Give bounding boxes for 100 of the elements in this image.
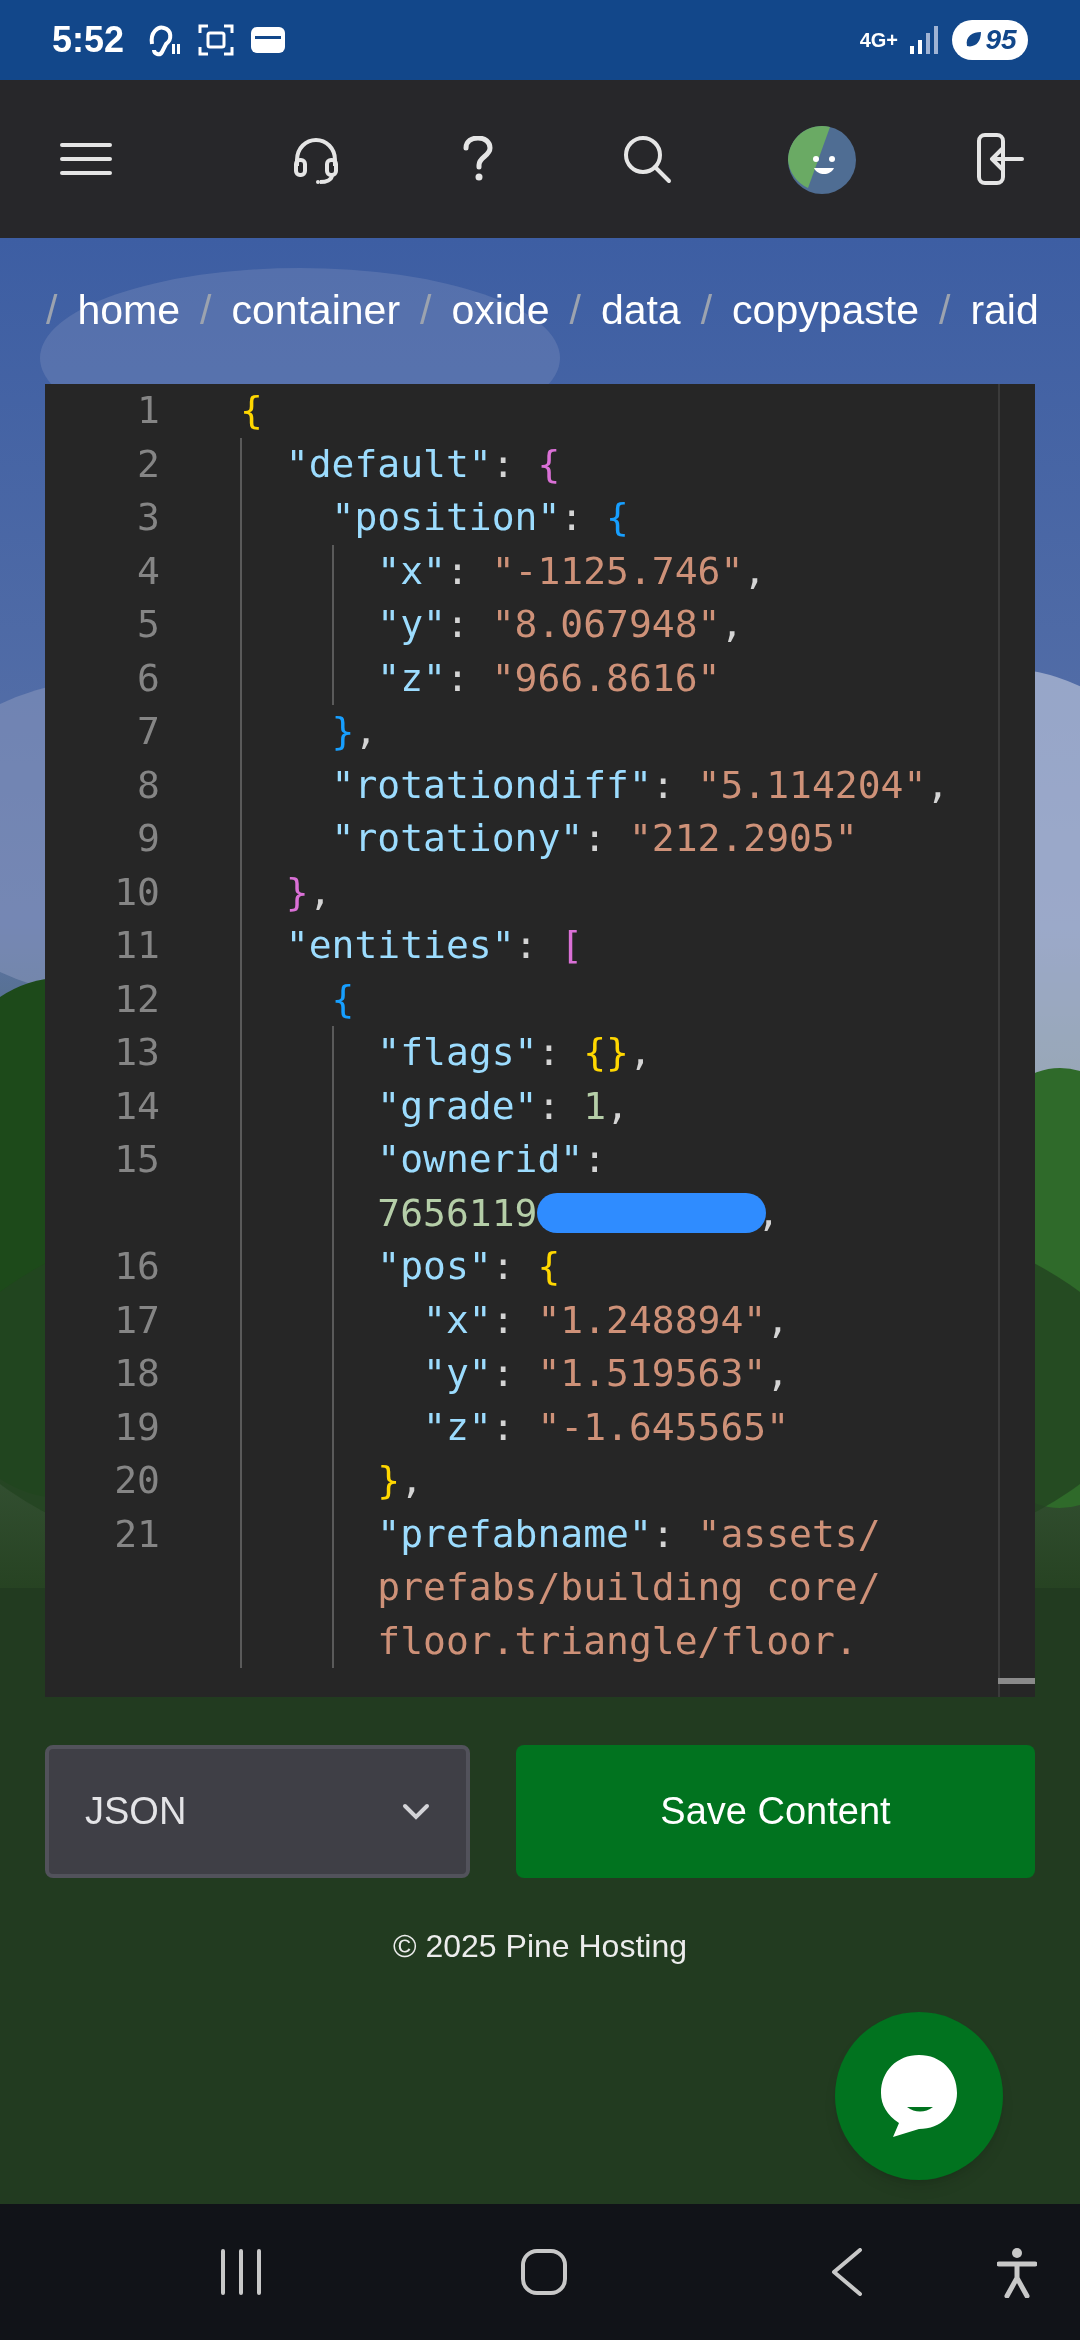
- json-string: "assets/: [697, 1510, 881, 1558]
- menu-icon[interactable]: [60, 142, 112, 176]
- breadcrumb-separator: /: [569, 286, 581, 336]
- code-editor[interactable]: [45, 384, 1035, 1697]
- json-punctuation: :: [445, 601, 470, 649]
- json-bracket: [: [560, 922, 584, 970]
- battery-level: 95: [985, 26, 1017, 54]
- json-punctuation: :: [491, 1296, 516, 1344]
- help-icon[interactable]: [462, 136, 494, 182]
- json-punctuation: ,: [354, 708, 378, 756]
- line-number: 8: [136, 761, 160, 809]
- json-punctuation: :: [491, 1350, 516, 1398]
- json-key: "entities": [285, 917, 515, 975]
- breadcrumb-link[interactable]: raid: [970, 280, 1039, 342]
- breadcrumb-link[interactable]: home: [77, 280, 180, 342]
- wallet-icon: [250, 25, 287, 55]
- copyright-text: © 2025 Pine Hosting: [393, 1927, 687, 1966]
- line-number: 6: [136, 654, 160, 702]
- status-time: 5:52: [52, 18, 125, 62]
- line-number: 12: [113, 975, 160, 1023]
- avatar-icon[interactable]: [788, 126, 856, 194]
- json-bracket: {}: [583, 1029, 629, 1077]
- json-punctuation: :: [651, 1510, 676, 1558]
- line-number: 5: [136, 601, 160, 649]
- json-number: 1: [583, 1082, 607, 1130]
- line-number: 9: [136, 815, 160, 863]
- line-number: 1: [136, 387, 160, 435]
- json-string: "1.519563": [537, 1350, 767, 1398]
- json-string: "212.2905": [628, 815, 858, 863]
- json-punctuation: :: [583, 1136, 607, 1184]
- json-string: prefabs/building core/: [377, 1564, 881, 1612]
- json-punctuation: :: [537, 1082, 562, 1130]
- json-punctuation: ,: [720, 601, 744, 649]
- home-icon[interactable]: [521, 2249, 567, 2295]
- line-number: 21: [113, 1510, 160, 1558]
- line-number: 2: [136, 440, 160, 488]
- json-punctuation: ,: [757, 1189, 780, 1237]
- save-content-button[interactable]: Save Content: [516, 1745, 1035, 1878]
- language-value: JSON: [85, 1789, 187, 1834]
- json-punctuation: :: [537, 1029, 562, 1077]
- line-number: 16: [113, 1243, 160, 1291]
- breadcrumb-separator: /: [939, 286, 951, 336]
- json-punctuation: ,: [308, 868, 332, 916]
- json-string: floor.triangle/floor.: [377, 1617, 858, 1665]
- json-punctuation: ,: [628, 1029, 652, 1077]
- json-punctuation: :: [491, 1403, 516, 1451]
- breadcrumb-separator: /: [420, 286, 432, 336]
- line-number: 17: [113, 1296, 160, 1344]
- json-string: "8.067948": [491, 601, 721, 649]
- recent-apps-icon[interactable]: [220, 2249, 262, 2295]
- json-bracket: {: [537, 440, 561, 488]
- json-bracket: }: [285, 868, 309, 916]
- breadcrumb-link[interactable]: copypaste: [732, 280, 919, 342]
- json-string: "-1125.746": [491, 547, 744, 595]
- line-number: 10: [113, 868, 160, 916]
- json-punctuation: ,: [766, 1350, 790, 1398]
- json-string: "-1.645565": [537, 1403, 790, 1451]
- json-bracket: {: [240, 387, 263, 435]
- line-number: 13: [113, 1029, 160, 1077]
- search-icon[interactable]: [622, 134, 672, 184]
- scrollbar-thumb[interactable]: [998, 1678, 1035, 1684]
- breadcrumb-separator: /: [700, 286, 713, 336]
- screenshot-icon: [198, 23, 235, 57]
- signal-icon: [910, 26, 940, 54]
- json-punctuation: ,: [606, 1082, 629, 1130]
- headset-icon[interactable]: [292, 136, 340, 184]
- json-bracket: }: [331, 708, 355, 756]
- json-string: "1.248894": [537, 1296, 767, 1344]
- breadcrumb-separator: /: [46, 286, 58, 336]
- json-punctuation: ,: [926, 761, 950, 809]
- line-number: 7: [136, 708, 160, 756]
- breadcrumb-link[interactable]: oxide: [451, 280, 550, 342]
- json-bracket: {: [331, 975, 355, 1023]
- json-punctuation: :: [514, 922, 539, 970]
- json-punctuation: :: [491, 1243, 516, 1291]
- json-punctuation: :: [491, 440, 516, 488]
- json-punctuation: ,: [400, 1457, 424, 1505]
- json-punctuation: :: [583, 815, 608, 863]
- accessibility-icon[interactable]: [997, 2248, 1037, 2298]
- json-string: "966.8616": [491, 654, 721, 702]
- line-number: 4: [136, 547, 160, 595]
- breadcrumb-link[interactable]: container: [231, 280, 401, 342]
- line-number: 14: [113, 1082, 160, 1130]
- json-string: "5.114204": [697, 761, 927, 809]
- line-number: 19: [113, 1403, 160, 1451]
- json-number: 7656119: [377, 1189, 538, 1237]
- line-number: 18: [113, 1350, 160, 1398]
- json-punctuation: :: [651, 761, 676, 809]
- json-punctuation: :: [445, 654, 470, 702]
- breadcrumb-link[interactable]: data: [600, 280, 681, 342]
- breadcrumb-separator: /: [199, 286, 212, 336]
- logout-icon[interactable]: [976, 132, 1024, 186]
- json-bracket: }: [377, 1457, 401, 1505]
- back-icon[interactable]: [830, 2248, 864, 2296]
- json-punctuation: ,: [743, 547, 767, 595]
- json-punctuation: :: [445, 547, 470, 595]
- json-punctuation: ,: [766, 1296, 790, 1344]
- language-select[interactable]: JSON: [45, 1745, 470, 1878]
- line-number: 20: [113, 1457, 160, 1505]
- line-number: 11: [113, 922, 160, 970]
